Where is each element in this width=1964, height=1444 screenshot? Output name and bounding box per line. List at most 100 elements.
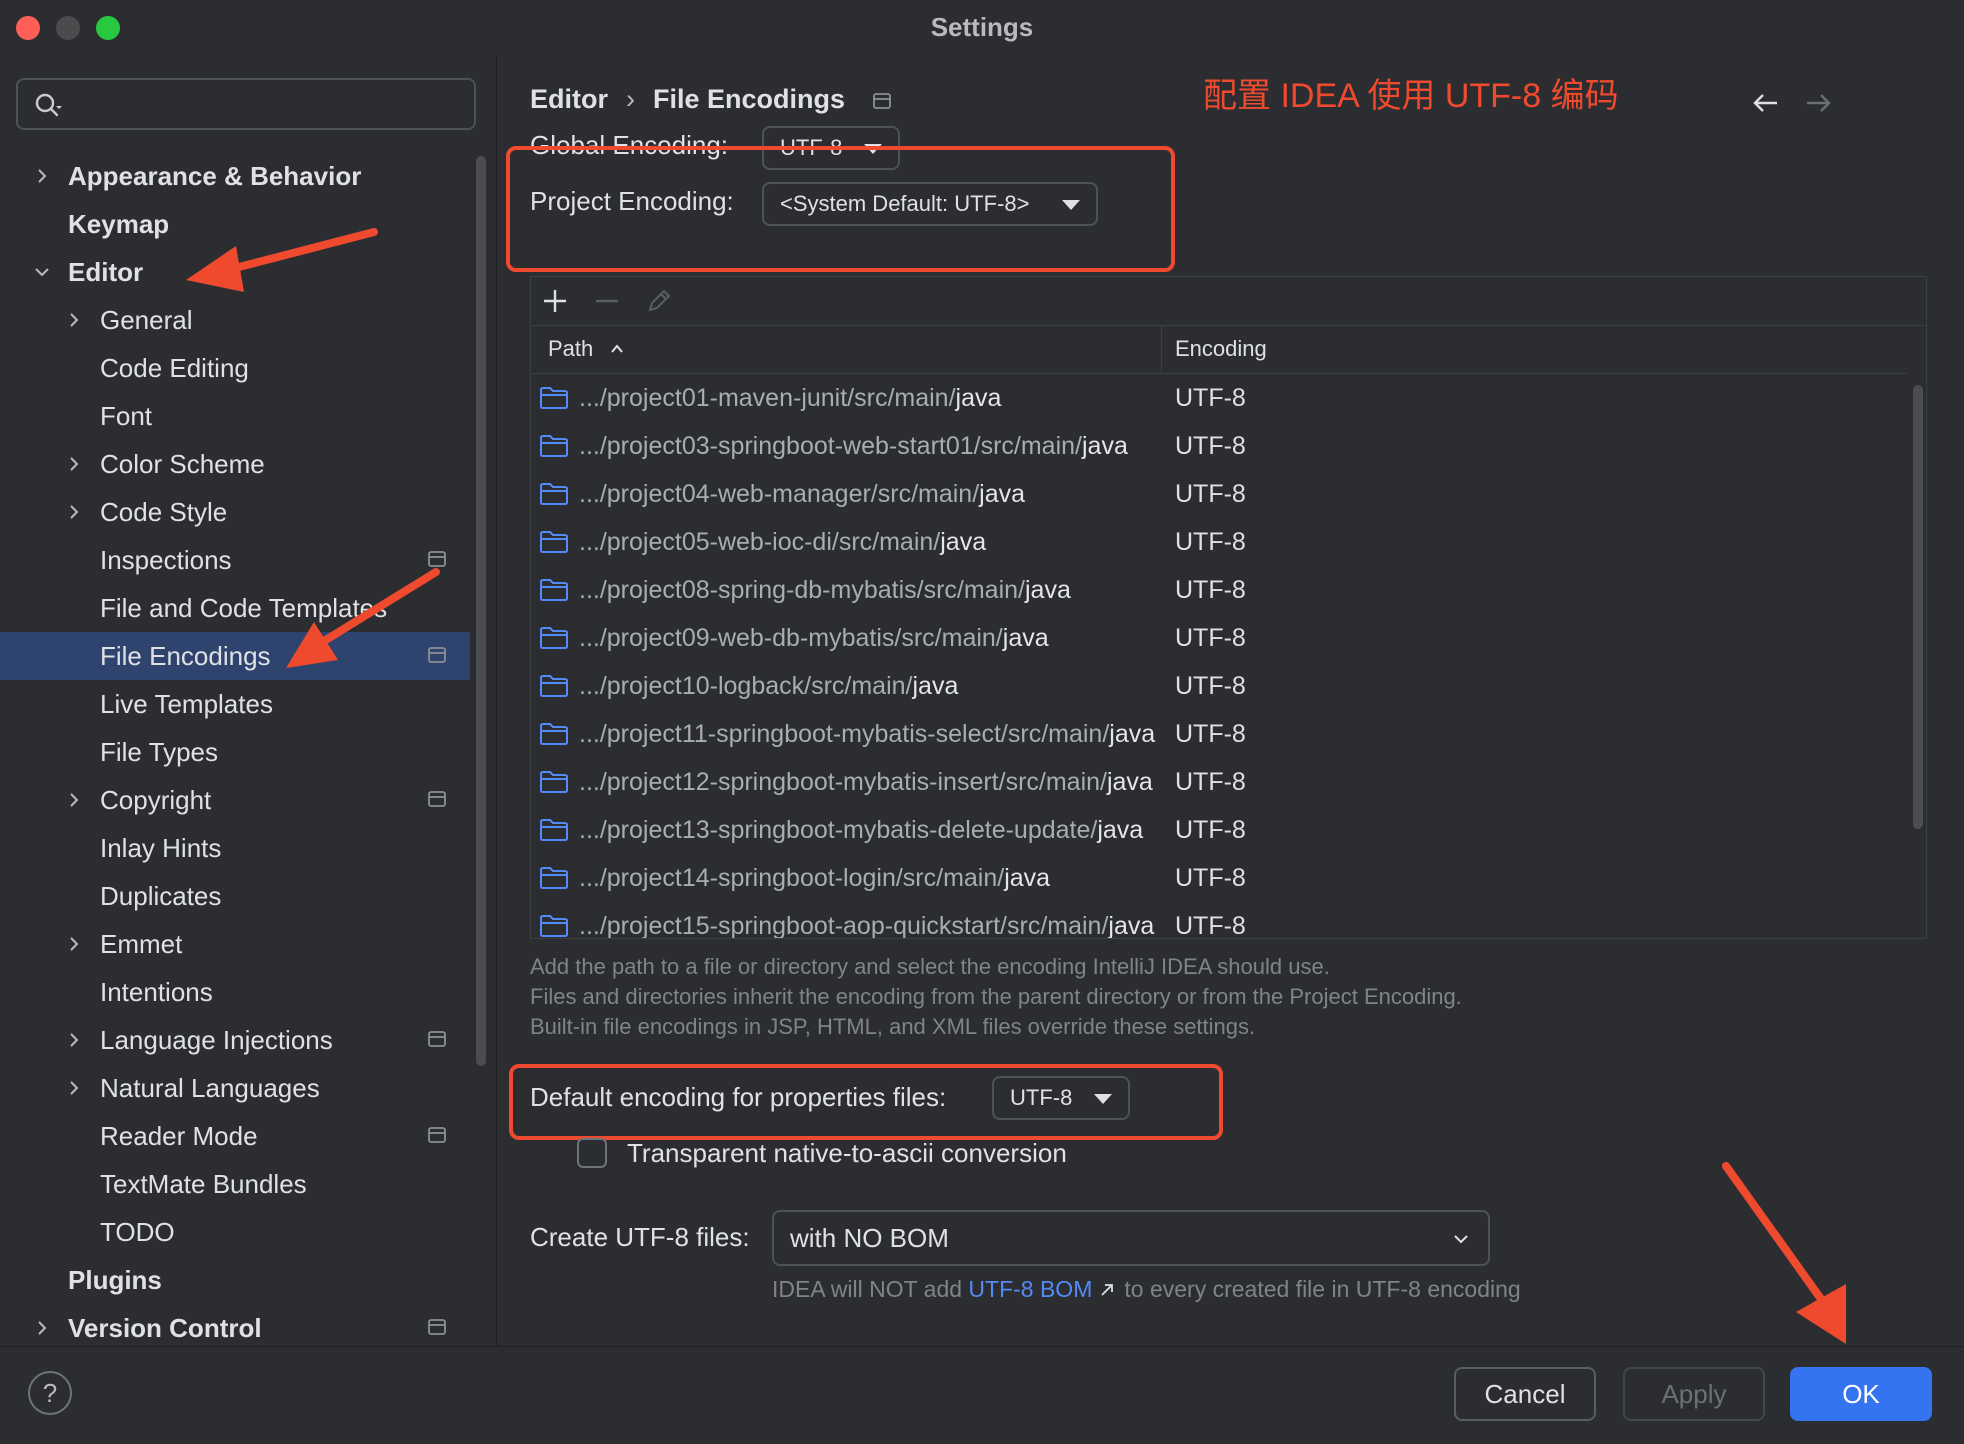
- table-row[interactable]: .../project01-maven-junit/src/main/java U…: [531, 374, 1907, 422]
- ok-button[interactable]: OK: [1790, 1367, 1932, 1421]
- native-to-ascii-label[interactable]: Transparent native-to-ascii conversion: [627, 1138, 1067, 1169]
- bom-select[interactable]: with NO BOM: [772, 1210, 1490, 1266]
- column-header-path[interactable]: Path: [548, 325, 593, 373]
- row-encoding[interactable]: UTF-8: [1175, 902, 1246, 938]
- settings-tree: Appearance & Behavior Keymap Editor General…: [0, 152, 470, 1352]
- sidebar-item[interactable]: Inspections: [0, 536, 470, 584]
- sidebar-item[interactable]: Live Templates: [0, 680, 470, 728]
- folder-icon: [540, 723, 568, 745]
- sidebar-item[interactable]: File Encodings: [0, 632, 470, 680]
- table-row[interactable]: .../project09-web-db-mybatis/src/main/ja…: [531, 614, 1907, 662]
- folder-icon: [540, 675, 568, 697]
- chevron-right-icon[interactable]: [64, 790, 84, 810]
- back-arrow-icon[interactable]: [1751, 88, 1781, 118]
- sidebar-item[interactable]: Language Injections: [0, 1016, 470, 1064]
- native-to-ascii-checkbox[interactable]: [577, 1138, 607, 1168]
- row-encoding[interactable]: UTF-8: [1175, 710, 1246, 758]
- sidebar-item[interactable]: Natural Languages: [0, 1064, 470, 1112]
- row-encoding[interactable]: UTF-8: [1175, 470, 1246, 518]
- row-path: .../project08-spring-db-mybatis/src/main…: [579, 566, 1159, 614]
- sidebar-item[interactable]: Font: [0, 392, 470, 440]
- row-encoding[interactable]: UTF-8: [1175, 662, 1246, 710]
- row-encoding[interactable]: UTF-8: [1175, 854, 1246, 902]
- sidebar-item[interactable]: Plugins: [0, 1256, 470, 1304]
- row-encoding[interactable]: UTF-8: [1175, 374, 1246, 422]
- row-path-bright: java: [1106, 768, 1153, 796]
- column-header-encoding[interactable]: Encoding: [1175, 325, 1267, 373]
- chevron-down-icon[interactable]: [32, 262, 52, 282]
- sidebar-item-label: File Types: [100, 737, 219, 767]
- row-encoding[interactable]: UTF-8: [1175, 806, 1246, 854]
- help-button[interactable]: ?: [28, 1371, 72, 1415]
- apply-button[interactable]: Apply: [1623, 1367, 1765, 1421]
- table-row[interactable]: .../project03-springboot-web-start01/src…: [531, 422, 1907, 470]
- sidebar-item[interactable]: Duplicates: [0, 872, 470, 920]
- column-divider[interactable]: [1161, 325, 1162, 373]
- sidebar-item[interactable]: General: [0, 296, 470, 344]
- annotation-note: 配置 IDEA 使用 UTF-8 编码: [1203, 77, 1619, 115]
- sidebar-item[interactable]: Intentions: [0, 968, 470, 1016]
- table-row[interactable]: .../project11-springboot-mybatis-select/…: [531, 710, 1907, 758]
- sidebar-item[interactable]: Reader Mode: [0, 1112, 470, 1160]
- row-path-dim: .../project14-springboot-login/src/main/: [579, 864, 1005, 892]
- sidebar-item-label: Natural Languages: [100, 1073, 320, 1103]
- row-path: .../project10-logback/src/main/java: [579, 662, 1159, 710]
- table-row[interactable]: .../project13-springboot-mybatis-delete-…: [531, 806, 1907, 854]
- sidebar-item[interactable]: Keymap: [0, 200, 470, 248]
- table-row[interactable]: .../project10-logback/src/main/java UTF-8: [531, 662, 1907, 710]
- add-icon[interactable]: [541, 287, 569, 315]
- search-input[interactable]: [82, 86, 466, 124]
- chevron-right-icon[interactable]: [64, 1030, 84, 1050]
- sidebar-item[interactable]: Inlay Hints: [0, 824, 470, 872]
- table-row[interactable]: .../project14-springboot-login/src/main/…: [531, 854, 1907, 902]
- row-encoding[interactable]: UTF-8: [1175, 518, 1246, 566]
- table-scrollbar[interactable]: [1913, 385, 1923, 829]
- row-encoding[interactable]: UTF-8: [1175, 758, 1246, 806]
- chevron-right-icon[interactable]: [64, 502, 84, 522]
- cancel-button[interactable]: Cancel: [1454, 1367, 1596, 1421]
- sidebar-item-label: Intentions: [100, 977, 213, 1007]
- table-row[interactable]: .../project05-web-ioc-di/src/main/java UT…: [531, 518, 1907, 566]
- sidebar-item[interactable]: Emmet: [0, 920, 470, 968]
- table-row[interactable]: .../project12-springboot-mybatis-insert/…: [531, 758, 1907, 806]
- row-path-bright: java: [912, 672, 959, 700]
- sidebar-item[interactable]: Color Scheme: [0, 440, 470, 488]
- sort-ascending-icon: [611, 344, 623, 353]
- row-path: .../project13-springboot-mybatis-delete-…: [579, 806, 1159, 854]
- chevron-right-icon[interactable]: [64, 310, 84, 330]
- sidebar-item[interactable]: Copyright: [0, 776, 470, 824]
- chevron-right-icon[interactable]: [64, 454, 84, 474]
- chevron-right-icon[interactable]: [64, 1078, 84, 1098]
- hint-line: Files and directories inherit the encodi…: [530, 984, 1462, 1009]
- chevron-right-icon[interactable]: [32, 1318, 52, 1338]
- sidebar-item-label: Plugins: [68, 1265, 162, 1295]
- row-encoding[interactable]: UTF-8: [1175, 566, 1246, 614]
- row-encoding[interactable]: UTF-8: [1175, 614, 1246, 662]
- sidebar-item[interactable]: Appearance & Behavior: [0, 152, 470, 200]
- sidebar-item[interactable]: Code Editing: [0, 344, 470, 392]
- sidebar-item-label: Code Editing: [100, 353, 249, 383]
- sidebar-scrollbar[interactable]: [476, 156, 486, 1066]
- edit-icon[interactable]: [645, 287, 673, 315]
- sidebar-item[interactable]: TextMate Bundles: [0, 1160, 470, 1208]
- sidebar-item[interactable]: Version Control: [0, 1304, 470, 1352]
- settings-search[interactable]: [16, 78, 476, 130]
- forward-arrow-icon[interactable]: [1803, 88, 1833, 118]
- table-row[interactable]: .../project15-springboot-aop-quickstart/…: [531, 902, 1907, 938]
- utf8-bom-link[interactable]: UTF-8 BOM: [968, 1276, 1092, 1302]
- row-path-bright: java: [979, 480, 1026, 508]
- sidebar-item[interactable]: TODO: [0, 1208, 470, 1256]
- remove-icon[interactable]: [593, 287, 621, 315]
- breadcrumb-parent[interactable]: Editor: [530, 84, 608, 114]
- sidebar-item-label: General: [100, 305, 193, 335]
- sidebar-item[interactable]: File Types: [0, 728, 470, 776]
- chevron-right-icon[interactable]: [32, 166, 52, 186]
- row-path-bright: java: [940, 528, 987, 556]
- sidebar-item[interactable]: Code Style: [0, 488, 470, 536]
- sidebar-item[interactable]: File and Code Templates: [0, 584, 470, 632]
- chevron-right-icon[interactable]: [64, 934, 84, 954]
- table-row[interactable]: .../project08-spring-db-mybatis/src/main…: [531, 566, 1907, 614]
- table-row[interactable]: .../project04-web-manager/src/main/java U…: [531, 470, 1907, 518]
- sidebar-item[interactable]: Editor: [0, 248, 470, 296]
- row-encoding[interactable]: UTF-8: [1175, 422, 1246, 470]
